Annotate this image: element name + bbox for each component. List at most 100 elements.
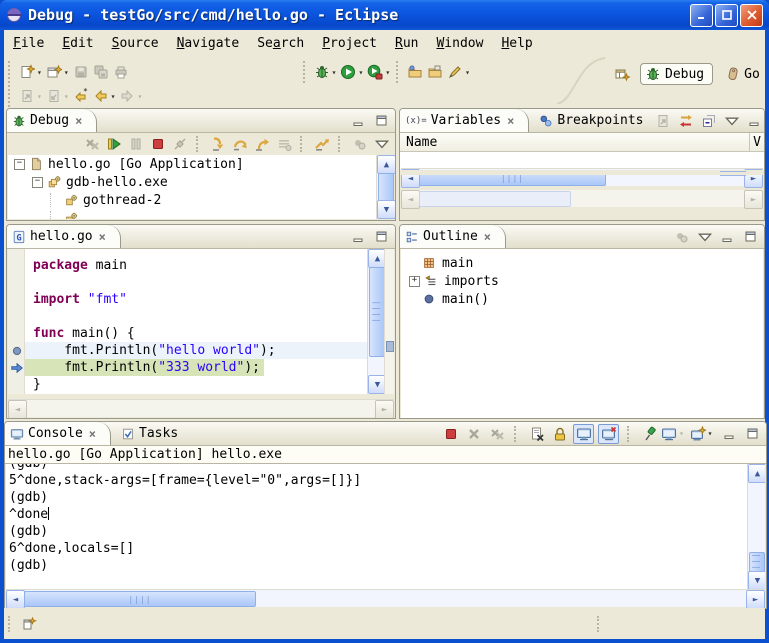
drop-to-frame-button[interactable]: [274, 135, 293, 153]
external-tools-button[interactable]: ▾: [365, 60, 392, 84]
variables-detail-hscrollbar[interactable]: ◄ ►: [401, 190, 763, 207]
code-line[interactable]: func main() {: [25, 325, 135, 342]
code-line[interactable]: fmt.Println("hello world");: [25, 342, 368, 359]
save-button[interactable]: [71, 60, 91, 84]
open-type-button[interactable]: [405, 60, 425, 84]
console-text[interactable]: (gdb)5^done,stack-args=[frame={level="0"…: [9, 464, 745, 574]
use-step-filters-button[interactable]: [312, 135, 331, 153]
menu-source[interactable]: Source: [103, 34, 168, 53]
breakpoint-icon[interactable]: [10, 344, 24, 358]
pin-console-button[interactable]: [640, 425, 659, 443]
menu-help[interactable]: Help: [492, 34, 541, 53]
debug-launch-button[interactable]: ▾: [312, 60, 339, 84]
remove-launch-button[interactable]: [464, 425, 483, 443]
remove-all-launches-button[interactable]: [487, 425, 506, 443]
close-icon[interactable]: ×: [75, 114, 82, 128]
tab-debug[interactable]: Debug ×: [7, 109, 97, 132]
show-logical-structure-button[interactable]: [676, 112, 695, 130]
debug-tree-row[interactable]: −hello.go [Go Application]: [8, 155, 394, 173]
view-maximize-button[interactable]: [372, 228, 391, 246]
debug-tree-vscrollbar[interactable]: ▲ ▼: [376, 155, 394, 219]
open-resource-button[interactable]: [425, 60, 445, 84]
view-minimize-button[interactable]: [718, 228, 737, 246]
resume-button[interactable]: [104, 135, 123, 153]
view-minimize-button[interactable]: [745, 112, 764, 130]
terminate-button[interactable]: [148, 135, 167, 153]
close-icon[interactable]: ×: [99, 230, 106, 244]
variables-detail-sash[interactable]: [400, 170, 764, 175]
mark-occurrences-button[interactable]: ▾: [445, 60, 472, 84]
show-type-names-button[interactable]: [653, 112, 672, 130]
print-button[interactable]: [111, 60, 131, 84]
view-maximize-button[interactable]: [743, 425, 762, 443]
menu-window[interactable]: Window: [427, 34, 492, 53]
disconnect-button[interactable]: [170, 135, 189, 153]
tree-expander[interactable]: −: [32, 177, 43, 188]
view-menu-button[interactable]: [695, 228, 714, 246]
perspective-debug-button[interactable]: Debug: [640, 63, 713, 85]
open-perspective-button[interactable]: [612, 62, 632, 86]
scroll-lock-button[interactable]: [550, 425, 569, 443]
forward-button[interactable]: ▾: [117, 84, 144, 108]
tab-hello-go[interactable]: G hello.go ×: [7, 225, 121, 248]
step-into-button[interactable]: [208, 135, 227, 153]
tab-breakpoints[interactable]: Breakpoints: [529, 109, 653, 132]
overview-ruler[interactable]: [384, 249, 394, 394]
code-line[interactable]: fmt.Println("333 world");: [25, 359, 264, 376]
console-hscrollbar[interactable]: ◄ |||| ►: [6, 589, 765, 607]
tree-expander[interactable]: −: [14, 159, 25, 170]
debug-tree-row[interactable]: [8, 209, 394, 219]
annotation-ruler[interactable]: [8, 249, 25, 394]
debug-tree-row[interactable]: −gdb-hello.exe: [8, 173, 394, 191]
show-stdout-button[interactable]: [573, 424, 594, 444]
menu-search[interactable]: Search: [248, 34, 313, 53]
view-menu-button[interactable]: [372, 135, 391, 153]
tab-variables[interactable]: (x)= Variables ×: [400, 109, 529, 132]
code-line[interactable]: }: [25, 376, 41, 393]
last-edit-location-button[interactable]: *: [71, 84, 91, 108]
console-vscrollbar[interactable]: ▲ ||| ▼: [747, 464, 765, 590]
tab-console[interactable]: Console ×: [5, 422, 111, 445]
close-icon[interactable]: ×: [484, 230, 491, 244]
perspective-go-button[interactable]: Go: [721, 64, 764, 84]
close-icon[interactable]: ×: [89, 427, 96, 441]
code-line[interactable]: [25, 308, 33, 325]
menu-file[interactable]: File: [4, 34, 53, 53]
outline-item-imports[interactable]: +imports: [401, 272, 763, 290]
tab-outline[interactable]: Outline ×: [400, 225, 506, 248]
view-minimize-button[interactable]: [349, 112, 368, 130]
tab-tasks[interactable]: Tasks: [111, 422, 188, 445]
minimize-button[interactable]: [690, 4, 713, 27]
outline-item-main[interactable]: main: [401, 254, 763, 272]
instruction-pointer-icon[interactable]: [10, 361, 24, 375]
close-button[interactable]: [740, 4, 763, 27]
display-console-button[interactable]: ▾: [663, 425, 682, 443]
view-minimize-button[interactable]: [349, 228, 368, 246]
open-console-button[interactable]: ▾: [686, 425, 716, 443]
code-area[interactable]: package mainimport "fmt"func main() { fm…: [25, 249, 368, 394]
view-maximize-button[interactable]: [372, 112, 391, 130]
remove-all-terminated-button[interactable]: [82, 135, 101, 153]
overview-annotation[interactable]: [386, 341, 394, 352]
close-icon[interactable]: ×: [507, 114, 514, 128]
variables-column-header[interactable]: Name V: [400, 133, 764, 152]
back-button[interactable]: ▾: [91, 84, 118, 108]
previous-annotation-button[interactable]: ▾: [44, 84, 71, 108]
code-line[interactable]: import "fmt": [25, 291, 127, 308]
clear-console-button[interactable]: [527, 425, 546, 443]
run-launch-button[interactable]: ▾: [338, 60, 365, 84]
console-terminate-button[interactable]: [441, 425, 460, 443]
view-minimize-button[interactable]: [720, 425, 739, 443]
code-line[interactable]: [25, 274, 33, 291]
view-menu-button[interactable]: [722, 112, 741, 130]
editor-hscrollbar[interactable]: ◄ ►: [8, 399, 394, 417]
editor-vscrollbar[interactable]: ▲ |||| ▼: [367, 249, 385, 394]
menu-navigate[interactable]: Navigate: [168, 34, 249, 53]
step-return-button[interactable]: [252, 135, 271, 153]
new-project-button[interactable]: ▾: [44, 60, 71, 84]
save-all-button[interactable]: [91, 60, 111, 84]
step-over-button[interactable]: [230, 135, 249, 153]
menu-run[interactable]: Run: [386, 34, 427, 53]
outline-item-main[interactable]: main(): [401, 290, 763, 308]
outline-extra-button[interactable]: [672, 228, 691, 246]
